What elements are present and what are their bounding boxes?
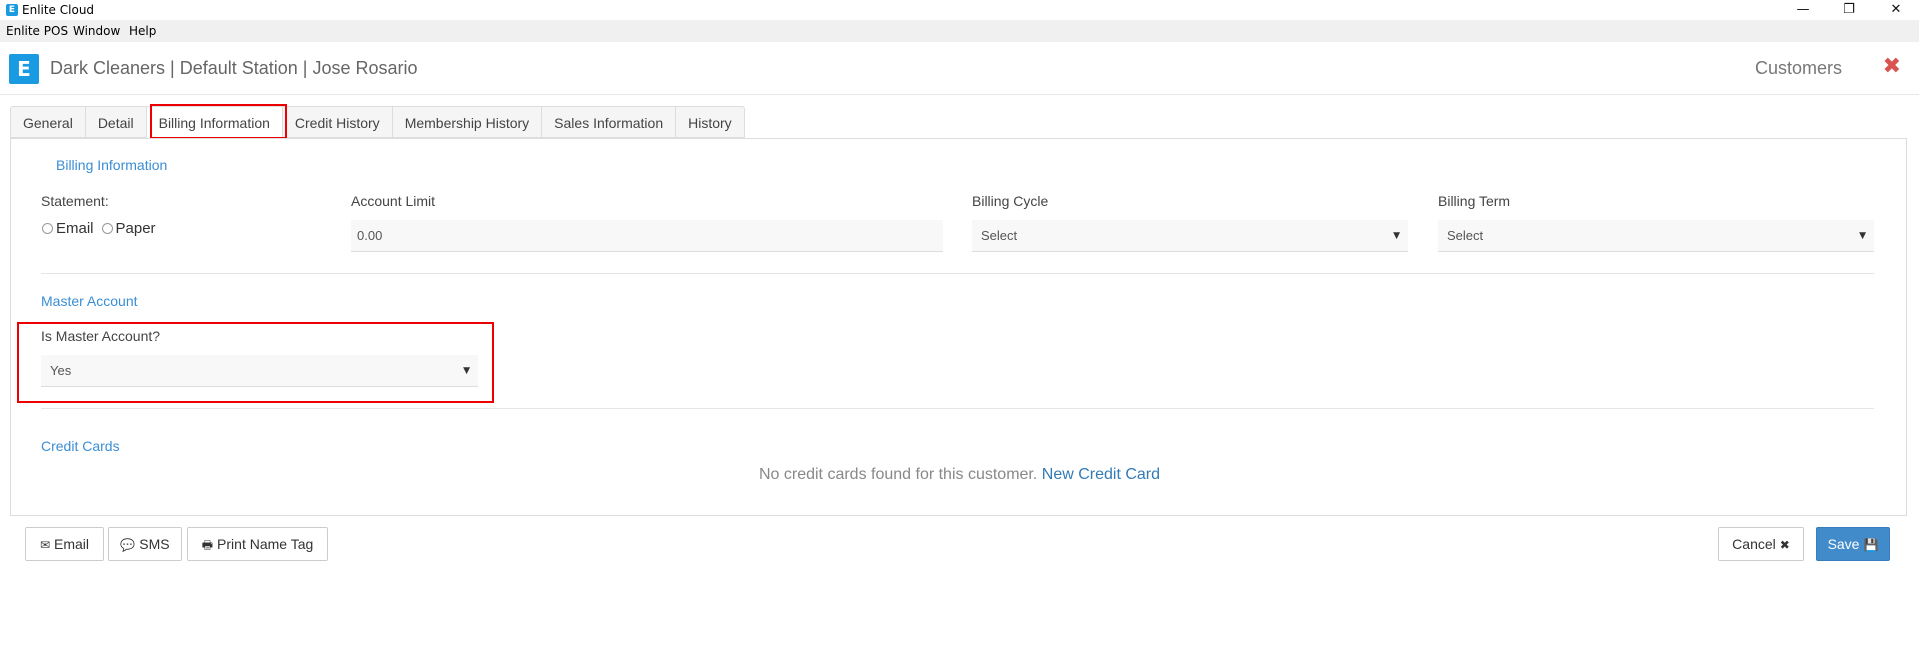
print-button-label: Print Name Tag [217,536,314,552]
billing-section-title: Billing Information [56,157,168,173]
section-divider [41,408,1874,409]
credit-cards-section-title: Credit Cards [41,438,120,454]
print-icon: 🖶 [201,538,214,552]
menu-bar: Enlite POS Window Help [0,20,1919,42]
tab-detail[interactable]: Detail [84,106,146,138]
sms-button[interactable]: 💬 SMS [108,527,182,561]
billing-term-label: Billing Term [1438,193,1511,209]
chevron-down-icon: ▼ [1393,231,1400,241]
module-title: Customers [1754,58,1842,78]
new-credit-card-link[interactable]: New Credit Card [1042,466,1160,483]
enlite-logo-icon: E [9,54,39,84]
window-title: Enlite Cloud [22,3,95,17]
save-button[interactable]: Save 💾 [1816,527,1890,561]
restore-button[interactable]: ❐ [1826,0,1872,20]
tab-credit-history[interactable]: Credit History [281,106,392,138]
statement-radio-group: Email Paper [42,220,164,237]
email-button-label: Email [54,536,90,552]
no-credit-cards-message: No credit cards found for this customer.… [0,466,1919,484]
app-header: E Dark Cleaners | Default Station | Jose… [0,42,1919,95]
billing-term-select[interactable]: Select ▼ [1438,220,1874,252]
is-master-account-value: Yes [50,363,72,378]
minimize-button[interactable]: — [1780,0,1826,20]
chevron-down-icon: ▼ [463,366,470,376]
tab-sales-information[interactable]: Sales Information [541,106,676,138]
menu-help[interactable]: Help [129,24,156,38]
envelope-icon: ✉ [39,538,51,552]
tab-bar: General Detail Billing Information Credi… [10,106,745,138]
cancel-button-label: Cancel [1732,536,1776,552]
chevron-down-icon: ▼ [1859,231,1866,241]
statement-paper-radio[interactable] [101,223,113,234]
comment-icon: 💬 [120,538,136,552]
section-divider [41,273,1874,274]
tab-history[interactable]: History [675,106,745,138]
menu-window[interactable]: Window [73,24,120,38]
sms-button-label: SMS [139,536,170,552]
is-master-account-select[interactable]: Yes ▼ [41,355,478,387]
account-limit-input[interactable]: 0.00 [351,220,943,252]
content-panel [10,138,1907,516]
email-button[interactable]: ✉ Email [25,527,104,561]
is-master-account-label: Is Master Account? [41,328,161,344]
statement-paper-label[interactable]: Paper [116,220,156,237]
tab-billing-information[interactable]: Billing Information [145,106,282,138]
billing-cycle-select[interactable]: Select ▼ [972,220,1408,252]
master-account-section-title: Master Account [41,293,138,309]
statement-email-label[interactable]: Email [56,220,94,237]
tab-general[interactable]: General [10,106,85,138]
account-limit-label: Account Limit [351,193,436,209]
print-name-tag-button[interactable]: 🖶 Print Name Tag [187,527,328,561]
billing-cycle-label: Billing Cycle [972,193,1049,209]
window-titlebar: E Enlite Cloud — ❐ ✕ [0,0,1919,20]
billing-cycle-value: Select [981,228,1018,243]
close-icon[interactable]: ✖ [1883,54,1901,79]
empty-message-text: No credit cards found for this customer. [758,466,1038,483]
save-button-label: Save [1827,536,1860,552]
app-icon: E [6,4,18,16]
cancel-icon: ✖ [1779,538,1790,552]
statement-label: Statement: [41,193,109,209]
menu-enlite-pos[interactable]: Enlite POS [6,24,68,38]
page-title: Dark Cleaners | Default Station | Jose R… [50,58,418,78]
cancel-button[interactable]: Cancel ✖ [1718,527,1804,561]
save-icon: 💾 [1863,538,1879,552]
tab-membership-history[interactable]: Membership History [391,106,542,138]
billing-term-value: Select [1447,228,1484,243]
statement-email-radio[interactable] [42,223,53,234]
window-close-button[interactable]: ✕ [1873,0,1919,20]
